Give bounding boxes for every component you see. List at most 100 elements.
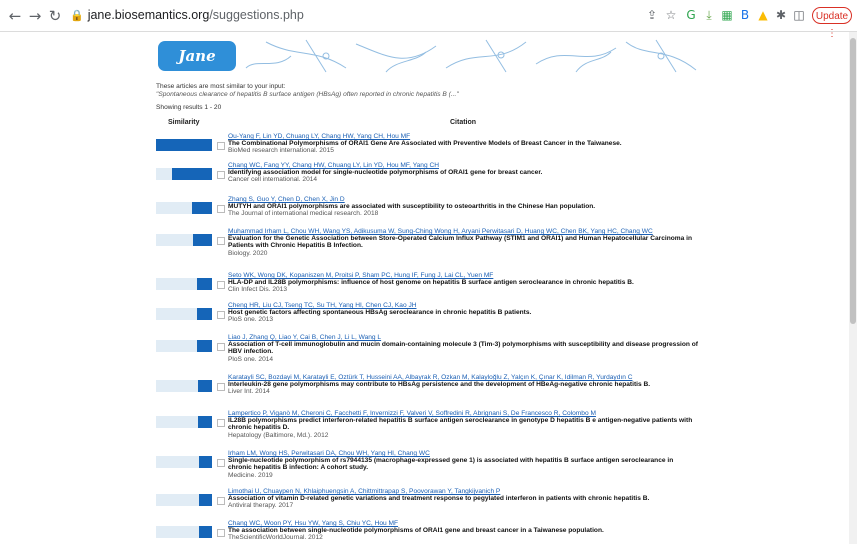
journal-info: Antiviral therapy. 2017 bbox=[228, 502, 294, 510]
result-checkbox[interactable] bbox=[217, 383, 225, 391]
result-checkbox[interactable] bbox=[217, 281, 225, 289]
similarity-bar-fill bbox=[172, 168, 212, 180]
citation-column-header: Citation bbox=[450, 119, 477, 126]
similarity-bar bbox=[156, 202, 212, 214]
similarity-bar bbox=[156, 168, 212, 180]
authors-link[interactable]: Chang WC, Fang YY, Chang HW, Chuang LY, … bbox=[228, 162, 698, 169]
citation: Ou-Yang F, Lin YD, Chuang LY, Chang HW, … bbox=[228, 133, 698, 155]
similarity-bar bbox=[156, 526, 212, 538]
authors-link[interactable]: Ou-Yang F, Lin YD, Chuang LY, Chang HW, … bbox=[228, 133, 698, 140]
update-button[interactable]: Update ⋮ bbox=[812, 7, 852, 39]
article-title: Evaluation for the Genetic Association b… bbox=[228, 235, 692, 250]
back-arrow-icon[interactable]: ← bbox=[6, 7, 24, 25]
intro-line: These articles are most similar to your … bbox=[156, 83, 286, 90]
authors-link[interactable]: Limothai U, Chuaypen N, Khlaiphuengsin A… bbox=[228, 488, 698, 495]
article-title: Association of vitamin D-related genetic… bbox=[228, 495, 650, 503]
jane-logo[interactable]: Jane bbox=[158, 41, 236, 71]
result-checkbox[interactable] bbox=[217, 311, 225, 319]
bookmark-star-icon[interactable]: ☆ bbox=[664, 8, 678, 22]
bookmark-ext-icon[interactable]: B bbox=[738, 8, 752, 22]
similarity-bar bbox=[156, 308, 212, 320]
similarity-bar-fill bbox=[199, 456, 212, 468]
query-text: "Spontaneous clearance of hepatitis B su… bbox=[156, 91, 459, 98]
article-title: Host genetic factors affecting spontaneo… bbox=[228, 309, 532, 317]
similarity-bar-fill bbox=[197, 278, 212, 290]
neuron-background-graphic bbox=[245, 39, 697, 73]
vertical-scrollbar[interactable] bbox=[849, 32, 857, 544]
authors-link[interactable]: Lampertico P, Viganò M, Cheroni C, Facch… bbox=[228, 410, 698, 417]
jane-banner: Jane bbox=[156, 38, 700, 74]
similarity-bar-fill bbox=[193, 234, 212, 246]
citation: Limothai U, Chuaypen N, Khlaiphuengsin A… bbox=[228, 488, 698, 510]
citation: Liao J, Zhang Q, Liao Y, Cai B, Chen J, … bbox=[228, 334, 698, 363]
journal-info: Biology. 2020 bbox=[228, 249, 268, 257]
similarity-bar bbox=[156, 234, 212, 246]
authors-link[interactable]: Karatayli SC, Bozdayi M, Karatayli E, Öz… bbox=[228, 374, 698, 381]
journal-info: Liver Int. 2014 bbox=[228, 388, 270, 396]
page-content: Jane These articles are most similar to … bbox=[0, 32, 849, 544]
article-title: The association between single-nucleotid… bbox=[228, 527, 604, 535]
puzzle-icon[interactable]: ✱ bbox=[774, 8, 788, 22]
citation: Seto WK, Wong DK, Kopaniszen M, Proitsi … bbox=[228, 272, 698, 294]
drive-icon[interactable]: ▲ bbox=[756, 8, 770, 22]
result-checkbox[interactable] bbox=[217, 237, 225, 245]
citation: Lampertico P, Viganò M, Cheroni C, Facch… bbox=[228, 410, 698, 439]
result-checkbox[interactable] bbox=[217, 529, 225, 537]
share-icon[interactable]: ⇪ bbox=[645, 8, 659, 22]
similarity-bar-fill bbox=[198, 416, 212, 428]
similarity-bar-fill bbox=[199, 494, 212, 506]
journal-info: PloS one. 2013 bbox=[228, 316, 274, 324]
result-checkbox[interactable] bbox=[217, 459, 225, 467]
browser-toolbar: ← → ↻ 🔒 jane.biosemantics.org/suggestions… bbox=[0, 0, 857, 39]
article-title: Identifying association model for single… bbox=[228, 169, 543, 177]
similarity-bar-fill bbox=[197, 340, 212, 352]
citation: Karatayli SC, Bozdayi M, Karatayli E, Öz… bbox=[228, 374, 698, 396]
url-host: jane.biosemantics.org bbox=[87, 8, 210, 22]
authors-link[interactable]: Liao J, Zhang Q, Liao Y, Cai B, Chen J, … bbox=[228, 334, 698, 341]
authors-link[interactable]: Seto WK, Wong DK, Kopaniszen M, Proitsi … bbox=[228, 272, 698, 279]
article-title: Interleukin-28 gene polymorphisms may co… bbox=[228, 381, 651, 389]
results-count: Showing results 1 - 20 bbox=[156, 104, 222, 111]
scrollbar-thumb[interactable] bbox=[850, 38, 856, 324]
similarity-bar-fill bbox=[156, 139, 212, 151]
citation: Zhang S, Guo Y, Chen D, Chen X, Jin D MUT… bbox=[228, 196, 698, 218]
forward-arrow-icon[interactable]: → bbox=[26, 7, 44, 25]
result-checkbox[interactable] bbox=[217, 343, 225, 351]
article-title: The Combinational Polymorphisms of ORAI1… bbox=[228, 140, 622, 148]
article-title: Association of T-cell immunoglobulin and… bbox=[228, 341, 698, 356]
address-bar[interactable]: 🔒 jane.biosemantics.org/suggestions.php bbox=[70, 8, 304, 22]
grid-ext-icon[interactable]: ▦ bbox=[720, 8, 734, 22]
journal-info: Medicine. 2019 bbox=[228, 471, 273, 479]
similarity-column-header: Similarity bbox=[168, 119, 200, 126]
journal-info: PloS one. 2014 bbox=[228, 355, 274, 363]
similarity-bar-fill bbox=[198, 380, 212, 392]
similarity-bar-fill bbox=[192, 202, 212, 214]
citation: Cheng HR, Liu CJ, Tseng TC, Su TH, Yang … bbox=[228, 302, 698, 324]
similarity-bar bbox=[156, 494, 212, 506]
authors-link[interactable]: Irham LM, Wong HS, Perwitasari DA, Chou … bbox=[228, 450, 698, 457]
article-title: Single-nucleotide polymorphism of rs7944… bbox=[228, 457, 674, 472]
reload-icon[interactable]: ↻ bbox=[46, 7, 64, 25]
google-icon[interactable]: G bbox=[684, 8, 698, 22]
journal-info: Hepatology (Baltimore, Md.). 2012 bbox=[228, 431, 329, 439]
similarity-bar bbox=[156, 380, 212, 392]
authors-link[interactable]: Muhammad Irham L, Chou WH, Wang YS, Adik… bbox=[228, 228, 698, 235]
citation: Muhammad Irham L, Chou WH, Wang YS, Adik… bbox=[228, 228, 698, 257]
article-title: HLA-DP and IL28B polymorphisms: influenc… bbox=[228, 279, 634, 287]
authors-link[interactable]: Zhang S, Guo Y, Chen D, Chen X, Jin D bbox=[228, 196, 698, 203]
result-checkbox[interactable] bbox=[217, 142, 225, 150]
similarity-bar bbox=[156, 416, 212, 428]
authors-link[interactable]: Cheng HR, Liu CJ, Tseng TC, Su TH, Yang … bbox=[228, 302, 698, 309]
citation: Chang WC, Fang YY, Chang HW, Chuang LY, … bbox=[228, 162, 698, 184]
journal-info: The Journal of international medical res… bbox=[228, 210, 379, 218]
result-checkbox[interactable] bbox=[217, 497, 225, 505]
result-checkbox[interactable] bbox=[217, 171, 225, 179]
similarity-bar bbox=[156, 278, 212, 290]
download-ext-icon[interactable]: ⤓ bbox=[702, 8, 716, 22]
result-checkbox[interactable] bbox=[217, 205, 225, 213]
sidebar-icon[interactable]: ◫ bbox=[792, 8, 806, 22]
result-checkbox[interactable] bbox=[217, 419, 225, 427]
lock-icon: 🔒 bbox=[70, 10, 84, 22]
similarity-bar bbox=[156, 456, 212, 468]
authors-link[interactable]: Chang WC, Woon PY, Hsu YW, Yang S, Chiu … bbox=[228, 520, 698, 527]
